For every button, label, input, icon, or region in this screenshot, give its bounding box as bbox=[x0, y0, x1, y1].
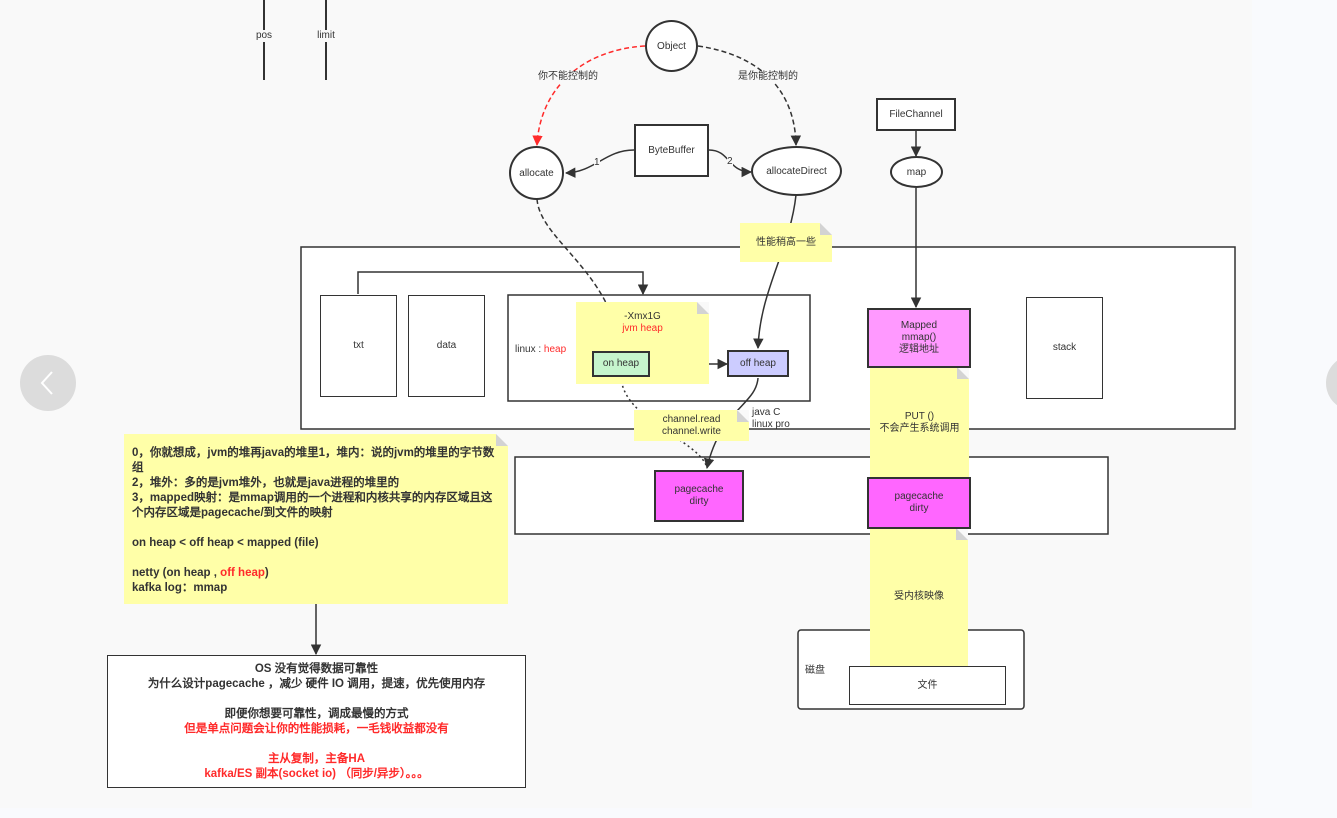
java-c-line1: java C bbox=[752, 407, 781, 418]
summary-line3: 3，mapped映射：是mmap调用的一个进程和内核共享的内存区域且这个内存区域… bbox=[132, 492, 493, 519]
netty-prefix: netty (on heap , bbox=[132, 567, 221, 579]
map-node[interactable]: map bbox=[890, 156, 943, 188]
os-line5: 主从复制，主备HA bbox=[267, 752, 366, 765]
mmap-label: mmap() bbox=[901, 332, 937, 343]
object-node[interactable]: Object bbox=[645, 20, 698, 72]
prev-button[interactable] bbox=[20, 355, 76, 411]
note-fold bbox=[697, 302, 709, 314]
kernel-mapping-note: 受内核映像 bbox=[870, 528, 968, 666]
off-heap-node[interactable]: off heap bbox=[727, 350, 789, 377]
linux-heap-label: linux : heap bbox=[515, 344, 566, 356]
allocate-label: allocate bbox=[519, 167, 554, 179]
controllable-label: 是你能控制的 bbox=[738, 71, 798, 83]
note-fold bbox=[820, 223, 832, 235]
note-fold bbox=[957, 367, 969, 379]
kernel-container bbox=[514, 456, 1109, 535]
edge-2-label: 2 bbox=[727, 156, 733, 168]
allocate-node[interactable]: allocate bbox=[509, 146, 564, 200]
off-heap-label: off heap bbox=[740, 357, 776, 369]
kernel-mapping-label: 受内核映像 bbox=[894, 591, 944, 602]
edge-object-allocate bbox=[532, 45, 646, 147]
put-note: PUT () 不会产生系统调用 bbox=[870, 367, 969, 477]
mapped-labels: Mapped mmap() 逻辑地址 bbox=[899, 320, 939, 356]
filechannel-node[interactable]: FileChannel bbox=[876, 98, 956, 131]
jvm-heap-label: jvm heap bbox=[622, 323, 663, 334]
edge-object-allocatedirect bbox=[697, 45, 802, 147]
os-line2: 为什么设计pagecache ，减少 硬件 IO 调用，提速，优先使用内存 bbox=[147, 677, 486, 690]
os-reliability-box: OS 没有觉得数据可靠性 为什么设计pagecache ，减少 硬件 IO 调用… bbox=[107, 655, 526, 788]
allocatedirect-node[interactable]: allocateDirect bbox=[751, 146, 842, 196]
netty-suffix: ) bbox=[264, 567, 269, 579]
txt-label: txt bbox=[353, 340, 364, 351]
bytebuffer-label: ByteBuffer bbox=[648, 144, 695, 156]
summary-netty: netty (on heap , off heap) bbox=[132, 566, 269, 581]
os-line3: 即便你想要可靠性，调成最慢的方式 bbox=[224, 707, 409, 720]
file-label: 文件 bbox=[917, 679, 938, 691]
pagecache-left-label: pagecache bbox=[674, 484, 724, 495]
summary-note: 0，你就想成，jvm的堆再java的堆里1，堆内：说的jvm的堆里的字节数组 2… bbox=[124, 434, 508, 604]
pagecache-right-node[interactable]: pagecache dirty bbox=[867, 477, 971, 529]
mapped-node[interactable]: Mapped mmap() 逻辑地址 bbox=[867, 308, 971, 368]
on-heap-node[interactable]: on heap bbox=[592, 351, 650, 377]
java-c-line2: linux pro bbox=[752, 419, 790, 430]
map-label: map bbox=[906, 166, 927, 178]
logical-address-label: 逻辑地址 bbox=[899, 344, 939, 355]
not-controllable-label: 你不能控制的 bbox=[538, 71, 598, 83]
summary-compare: on heap < off heap < mapped (file) bbox=[132, 537, 319, 549]
pagecache-left-node[interactable]: pagecache dirty bbox=[654, 470, 744, 522]
chevron-left-icon bbox=[40, 371, 53, 395]
perf-note: 性能稍高一些 bbox=[740, 223, 832, 262]
linux-heap-prefix: linux : bbox=[515, 344, 544, 355]
bytebuffer-node[interactable]: ByteBuffer bbox=[634, 124, 709, 177]
channel-read-label: channel.read bbox=[662, 413, 721, 425]
edge-bytebuffer-allocate bbox=[564, 149, 635, 178]
dirty-right-label: dirty bbox=[909, 503, 929, 514]
no-syscall-label: 不会产生系统调用 bbox=[879, 423, 960, 434]
channel-write-label: channel.write bbox=[662, 425, 721, 437]
os-line6: kafka/ES 副本(socket io) （同步/异步）。。。 bbox=[204, 767, 429, 780]
allocatedirect-label: allocateDirect bbox=[766, 165, 827, 177]
channel-rw-note: channel.read channel.write bbox=[634, 410, 749, 441]
data-segment[interactable]: data bbox=[408, 295, 485, 397]
note-fold bbox=[956, 528, 968, 540]
mapped-label: Mapped bbox=[900, 320, 938, 331]
xmx-label: -Xmx1G bbox=[624, 311, 661, 322]
data-label: data bbox=[436, 340, 457, 351]
file-node[interactable]: 文件 bbox=[849, 666, 1006, 705]
summary-line2: 2，堆外：多的是jvm堆外，也就是java进程的堆里的 bbox=[132, 477, 400, 489]
pos-label: pos bbox=[252, 30, 276, 42]
put-label: PUT () bbox=[904, 411, 935, 422]
object-label: Object bbox=[657, 40, 686, 52]
pagecache-right-label: pagecache bbox=[894, 491, 944, 502]
filechannel-label: FileChannel bbox=[889, 108, 943, 120]
limit-label: limit bbox=[312, 30, 340, 42]
perf-label: 性能稍高一些 bbox=[756, 236, 816, 248]
disk-label: 磁盘 bbox=[805, 665, 825, 676]
on-heap-label: on heap bbox=[602, 358, 640, 369]
stack-label: stack bbox=[1052, 342, 1077, 353]
java-c-label: java C linux pro bbox=[752, 407, 790, 431]
linux-heap-red: heap bbox=[543, 344, 567, 355]
txt-segment[interactable]: txt bbox=[320, 295, 397, 397]
edge-1-label: 1 bbox=[594, 157, 600, 169]
note-fold bbox=[496, 434, 508, 446]
note-fold bbox=[737, 410, 749, 422]
stack-segment[interactable]: stack bbox=[1026, 297, 1103, 399]
netty-red: off heap bbox=[220, 567, 265, 579]
os-line1: OS 没有觉得数据可靠性 bbox=[254, 662, 379, 675]
os-line4: 但是单点问题会让你的性能损耗，一毛钱收益都没有 bbox=[184, 722, 449, 735]
summary-kafka: kafka log：mmap bbox=[132, 582, 228, 594]
summary-line0: 0，你就想成，jvm的堆再java的堆里1，堆内：说的jvm的堆里的字节数组 bbox=[132, 447, 495, 474]
dirty-left-label: dirty bbox=[689, 496, 709, 507]
